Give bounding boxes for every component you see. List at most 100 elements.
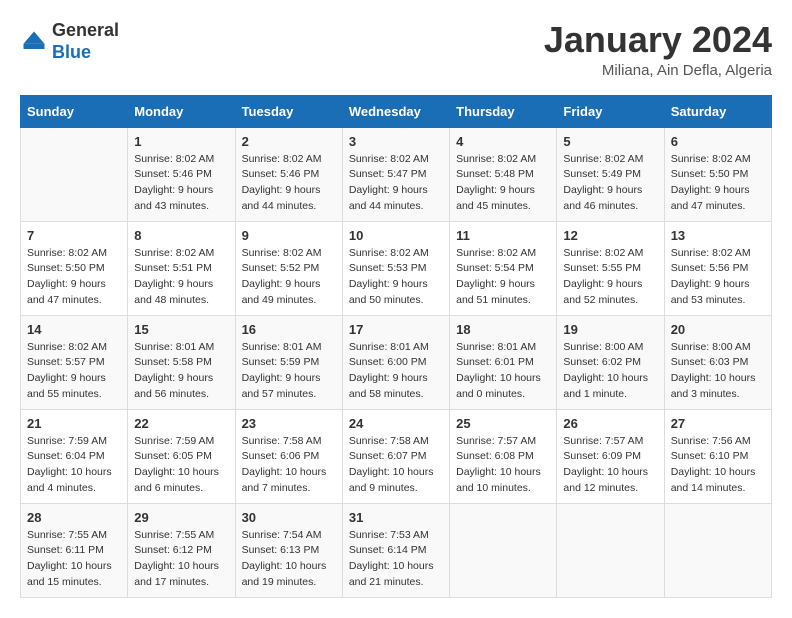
calendar-cell: 5 Sunrise: 8:02 AMSunset: 5:49 PMDaylight… (557, 127, 664, 221)
day-number: 17 (349, 322, 443, 337)
calendar-cell: 9 Sunrise: 8:02 AMSunset: 5:52 PMDaylight… (235, 221, 342, 315)
day-info: Sunrise: 8:02 AMSunset: 5:50 PMDaylight:… (27, 246, 121, 309)
calendar-cell (664, 503, 771, 597)
day-info: Sunrise: 8:02 AMSunset: 5:46 PMDaylight:… (134, 152, 228, 215)
day-info: Sunrise: 7:58 AMSunset: 6:07 PMDaylight:… (349, 434, 443, 497)
day-number: 8 (134, 228, 228, 243)
day-info: Sunrise: 8:00 AMSunset: 6:02 PMDaylight:… (563, 340, 657, 403)
calendar-cell: 17 Sunrise: 8:01 AMSunset: 6:00 PMDayligh… (342, 315, 449, 409)
calendar-cell: 11Sunrise: 8:02 AMSunset: 5:54 PMDayligh… (450, 221, 557, 315)
day-number: 23 (242, 416, 336, 431)
calendar-cell: 24 Sunrise: 7:58 AMSunset: 6:07 PMDayligh… (342, 409, 449, 503)
calendar-cell: 4 Sunrise: 8:02 AMSunset: 5:48 PMDaylight… (450, 127, 557, 221)
day-number: 30 (242, 510, 336, 525)
calendar-cell: 20 Sunrise: 8:00 AMSunset: 6:03 PMDayligh… (664, 315, 771, 409)
calendar-cell: 26 Sunrise: 7:57 AMSunset: 6:09 PMDayligh… (557, 409, 664, 503)
calendar-cell: 13Sunrise: 8:02 AMSunset: 5:56 PMDayligh… (664, 221, 771, 315)
main-title: January 2024 (544, 20, 772, 60)
day-info: Sunrise: 7:55 AMSunset: 6:12 PMDaylight:… (134, 528, 228, 591)
calendar-cell: 18 Sunrise: 8:01 AMSunset: 6:01 PMDayligh… (450, 315, 557, 409)
header: General Blue January 2024 Miliana, Ain D… (20, 20, 772, 79)
day-number: 16 (242, 322, 336, 337)
calendar-cell (21, 127, 128, 221)
header-day-sunday: Sunday (21, 95, 128, 127)
day-info: Sunrise: 7:54 AMSunset: 6:13 PMDaylight:… (242, 528, 336, 591)
header-day-wednesday: Wednesday (342, 95, 449, 127)
calendar-header: SundayMondayTuesdayWednesdayThursdayFrid… (21, 95, 772, 127)
header-day-thursday: Thursday (450, 95, 557, 127)
calendar-cell: 29 Sunrise: 7:55 AMSunset: 6:12 PMDayligh… (128, 503, 235, 597)
day-info: Sunrise: 7:59 AMSunset: 6:04 PMDaylight:… (27, 434, 121, 497)
day-info: Sunrise: 8:02 AMSunset: 5:52 PMDaylight:… (242, 246, 336, 309)
header-day-tuesday: Tuesday (235, 95, 342, 127)
day-info: Sunrise: 8:02 AMSunset: 5:57 PMDaylight:… (27, 340, 121, 403)
calendar-cell: 2 Sunrise: 8:02 AMSunset: 5:46 PMDaylight… (235, 127, 342, 221)
day-info: Sunrise: 7:57 AMSunset: 6:08 PMDaylight:… (456, 434, 550, 497)
calendar-cell: 12 Sunrise: 8:02 AMSunset: 5:55 PMDayligh… (557, 221, 664, 315)
calendar-cell: 14 Sunrise: 8:02 AMSunset: 5:57 PMDayligh… (21, 315, 128, 409)
week-row-1: 1Sunrise: 8:02 AMSunset: 5:46 PMDaylight… (21, 127, 772, 221)
day-info: Sunrise: 8:02 AMSunset: 5:47 PMDaylight:… (349, 152, 443, 215)
day-info: Sunrise: 7:58 AMSunset: 6:06 PMDaylight:… (242, 434, 336, 497)
day-number: 18 (456, 322, 550, 337)
header-day-saturday: Saturday (664, 95, 771, 127)
day-number: 11 (456, 228, 550, 243)
day-info: Sunrise: 8:01 AMSunset: 6:01 PMDaylight:… (456, 340, 550, 403)
day-info: Sunrise: 8:01 AMSunset: 5:58 PMDaylight:… (134, 340, 228, 403)
calendar-cell: 10Sunrise: 8:02 AMSunset: 5:53 PMDayligh… (342, 221, 449, 315)
header-day-monday: Monday (128, 95, 235, 127)
day-info: Sunrise: 7:55 AMSunset: 6:11 PMDaylight:… (27, 528, 121, 591)
calendar-cell: 22 Sunrise: 7:59 AMSunset: 6:05 PMDayligh… (128, 409, 235, 503)
calendar-cell (557, 503, 664, 597)
day-info: Sunrise: 8:00 AMSunset: 6:03 PMDaylight:… (671, 340, 765, 403)
day-number: 21 (27, 416, 121, 431)
logo-icon (20, 28, 48, 56)
day-info: Sunrise: 8:02 AMSunset: 5:46 PMDaylight:… (242, 152, 336, 215)
subtitle: Miliana, Ain Defla, Algeria (544, 62, 772, 79)
day-number: 4 (456, 134, 550, 149)
day-info: Sunrise: 7:56 AMSunset: 6:10 PMDaylight:… (671, 434, 765, 497)
day-number: 5 (563, 134, 657, 149)
day-info: Sunrise: 7:57 AMSunset: 6:09 PMDaylight:… (563, 434, 657, 497)
day-info: Sunrise: 8:02 AMSunset: 5:49 PMDaylight:… (563, 152, 657, 215)
day-number: 31 (349, 510, 443, 525)
day-number: 28 (27, 510, 121, 525)
calendar-cell: 15Sunrise: 8:01 AMSunset: 5:58 PMDayligh… (128, 315, 235, 409)
calendar-cell: 6 Sunrise: 8:02 AMSunset: 5:50 PMDaylight… (664, 127, 771, 221)
calendar-cell: 16Sunrise: 8:01 AMSunset: 5:59 PMDayligh… (235, 315, 342, 409)
week-row-4: 21 Sunrise: 7:59 AMSunset: 6:04 PMDayligh… (21, 409, 772, 503)
day-number: 19 (563, 322, 657, 337)
calendar-table: SundayMondayTuesdayWednesdayThursdayFrid… (20, 95, 772, 598)
header-day-friday: Friday (557, 95, 664, 127)
day-info: Sunrise: 8:01 AMSunset: 6:00 PMDaylight:… (349, 340, 443, 403)
calendar-cell: 8Sunrise: 8:02 AMSunset: 5:51 PMDaylight… (128, 221, 235, 315)
day-number: 13 (671, 228, 765, 243)
day-number: 7 (27, 228, 121, 243)
calendar-cell: 30 Sunrise: 7:54 AMSunset: 6:13 PMDayligh… (235, 503, 342, 597)
calendar-cell: 31Sunrise: 7:53 AMSunset: 6:14 PMDayligh… (342, 503, 449, 597)
day-number: 14 (27, 322, 121, 337)
day-number: 6 (671, 134, 765, 149)
day-info: Sunrise: 7:59 AMSunset: 6:05 PMDaylight:… (134, 434, 228, 497)
logo-general: General (52, 20, 119, 40)
day-number: 27 (671, 416, 765, 431)
day-number: 26 (563, 416, 657, 431)
week-row-2: 7 Sunrise: 8:02 AMSunset: 5:50 PMDaylight… (21, 221, 772, 315)
calendar-body: 1Sunrise: 8:02 AMSunset: 5:46 PMDaylight… (21, 127, 772, 597)
day-number: 20 (671, 322, 765, 337)
day-number: 12 (563, 228, 657, 243)
day-info: Sunrise: 8:02 AMSunset: 5:48 PMDaylight:… (456, 152, 550, 215)
day-number: 24 (349, 416, 443, 431)
calendar-cell (450, 503, 557, 597)
day-number: 29 (134, 510, 228, 525)
day-info: Sunrise: 8:02 AMSunset: 5:55 PMDaylight:… (563, 246, 657, 309)
calendar-cell: 7 Sunrise: 8:02 AMSunset: 5:50 PMDaylight… (21, 221, 128, 315)
day-number: 2 (242, 134, 336, 149)
calendar-cell: 1Sunrise: 8:02 AMSunset: 5:46 PMDaylight… (128, 127, 235, 221)
day-number: 22 (134, 416, 228, 431)
title-area: January 2024 Miliana, Ain Defla, Algeria (544, 20, 772, 79)
logo-text: General Blue (52, 20, 119, 63)
day-number: 9 (242, 228, 336, 243)
day-number: 10 (349, 228, 443, 243)
day-info: Sunrise: 8:02 AMSunset: 5:50 PMDaylight:… (671, 152, 765, 215)
